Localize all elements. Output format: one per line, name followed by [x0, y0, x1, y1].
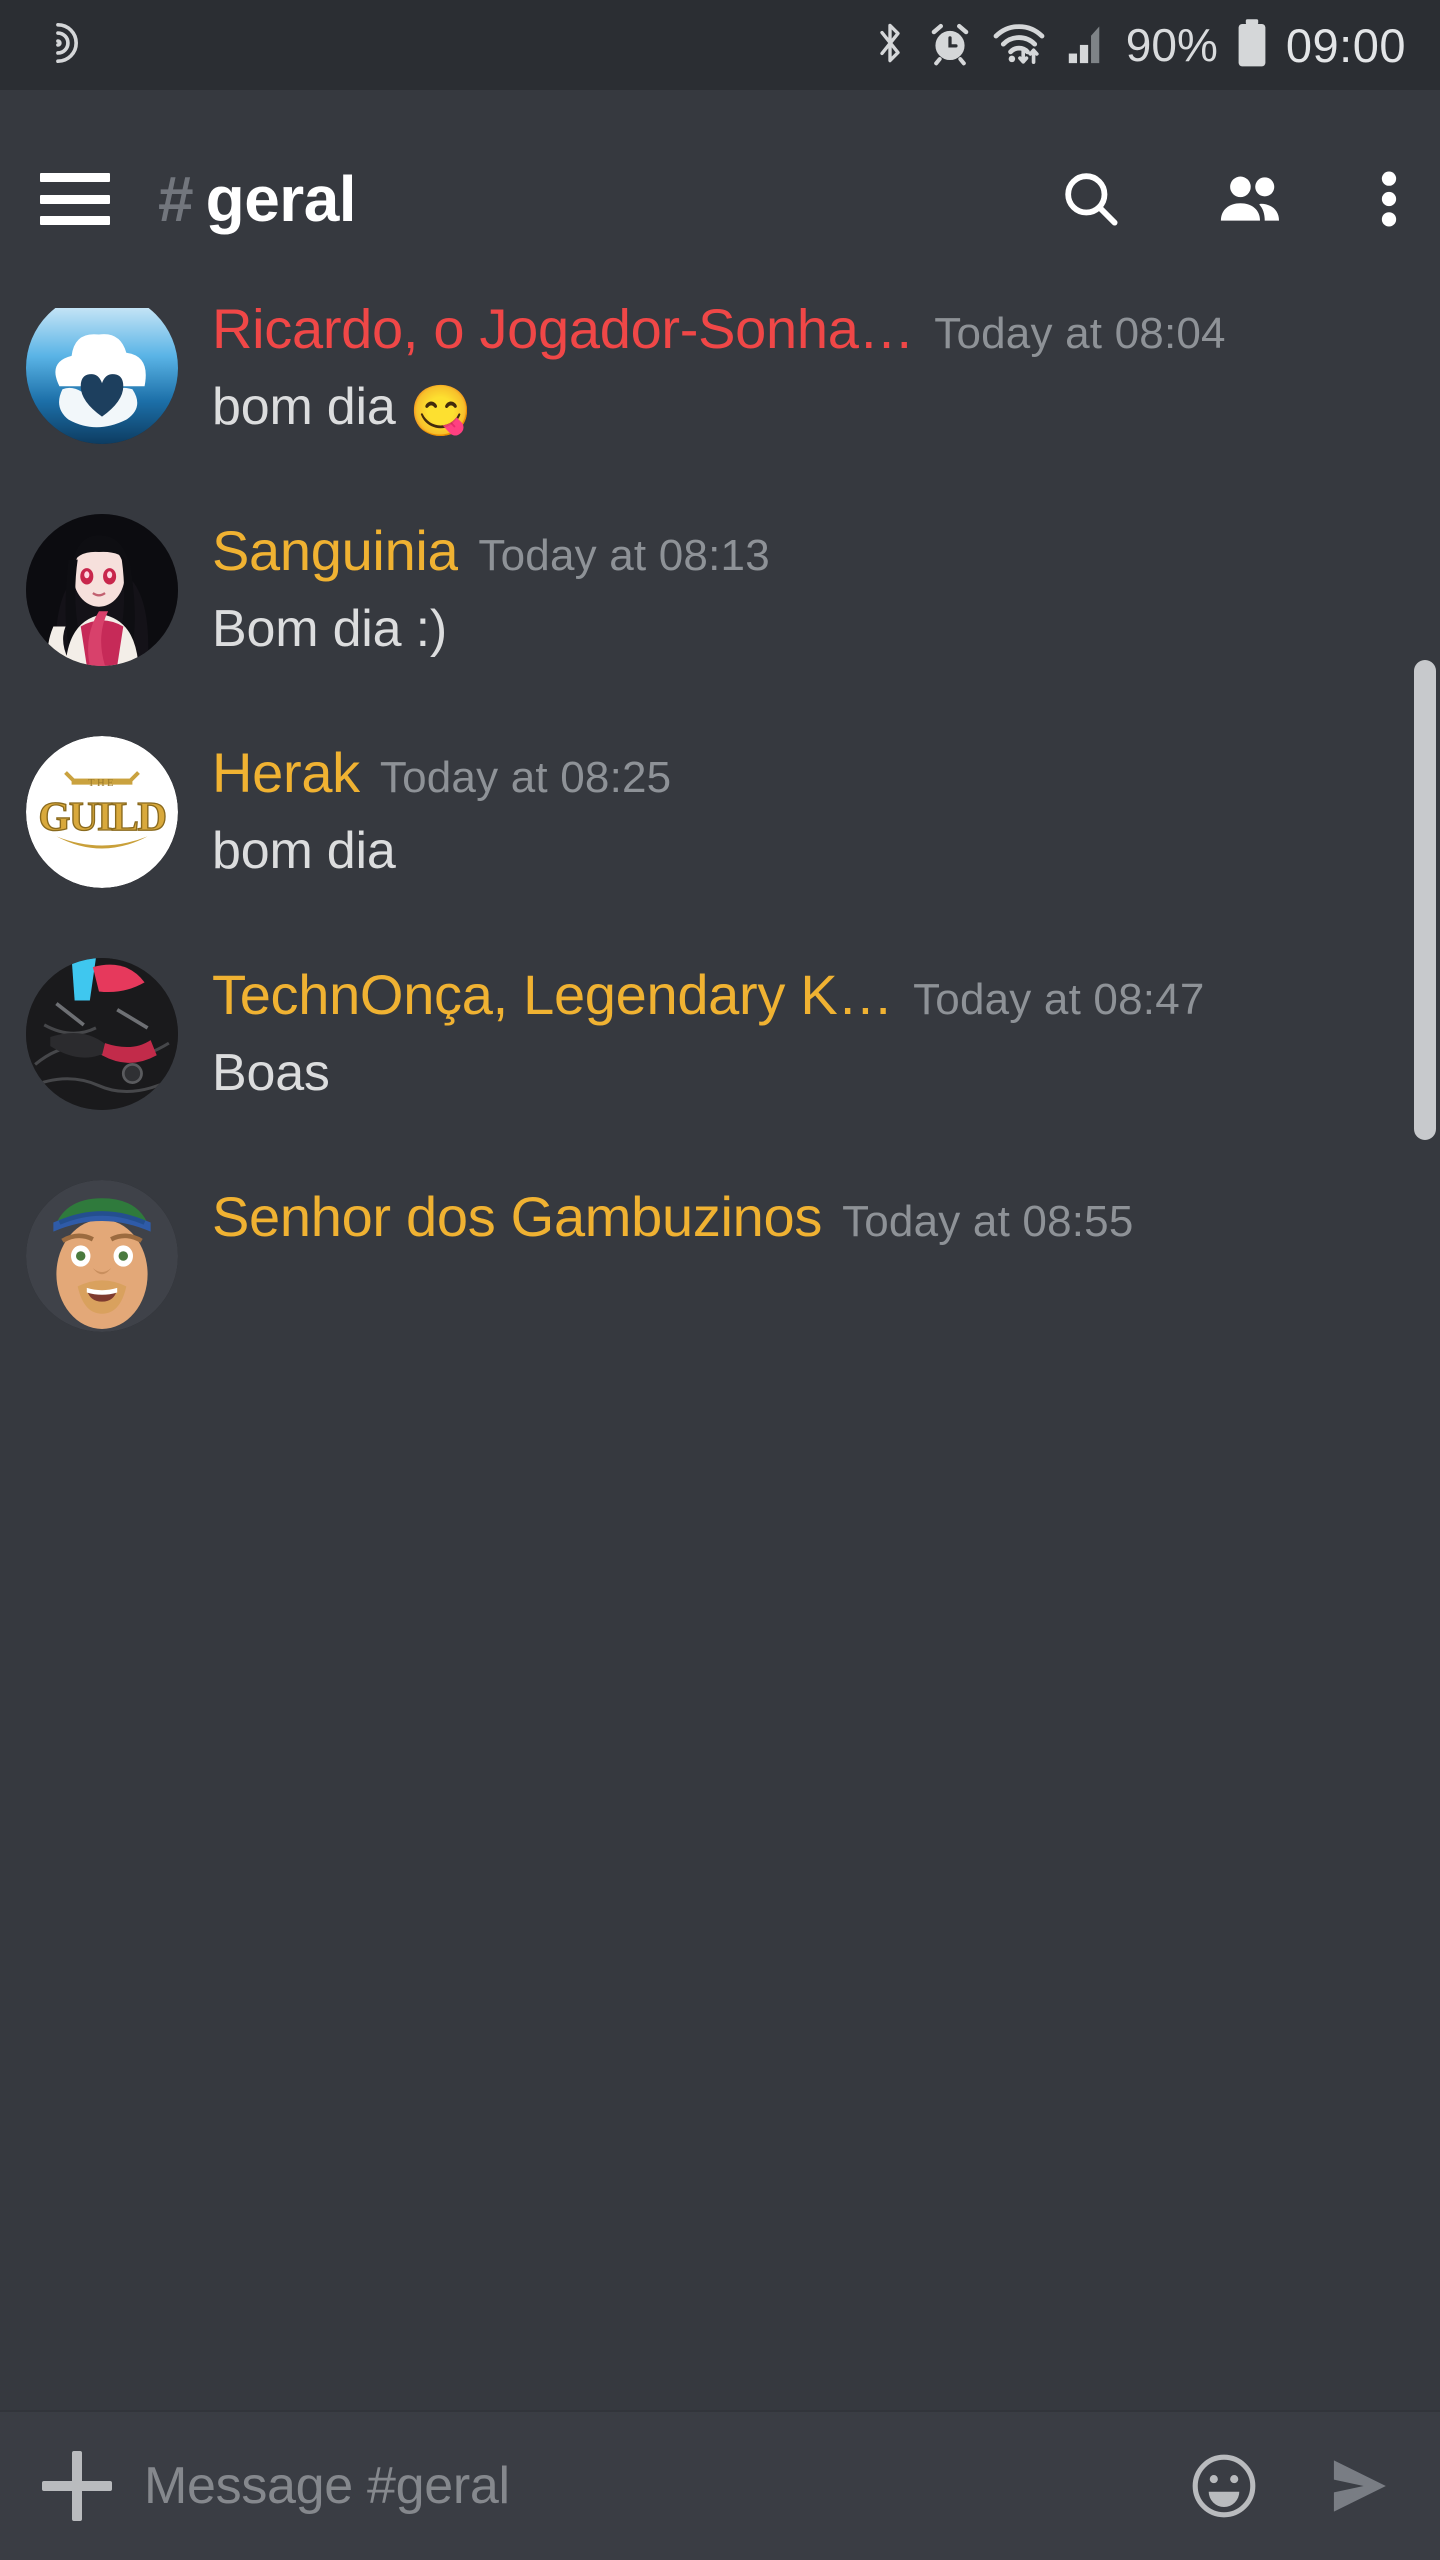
cast-icon [34, 20, 80, 71]
message-row[interactable]: Ricardo, o Jogador-Sonha… Today at 08:04 b… [0, 308, 1440, 500]
avatar[interactable] [26, 308, 178, 444]
message-timestamp: Today at 08:25 [379, 753, 672, 802]
avatar[interactable] [26, 958, 178, 1110]
battery-icon [1235, 18, 1269, 73]
message-row[interactable]: Sanguinia Today at 08:13 Bom dia :) [0, 500, 1440, 722]
status-bar-left [34, 20, 80, 71]
discord-mobile-screen: 90% 09:00 # geral Ricardo, o Jogador-Son… [0, 0, 1440, 2560]
message-row[interactable]: Senhor dos Gambuzinos Today at 08:55 [0, 1166, 1440, 1388]
message-body: Ricardo, o Jogador-Sonha… Today at 08:04 b… [212, 308, 1400, 440]
message-header: TechnOnça, Legendary K… Today at 08:47 [212, 964, 1400, 1027]
plus-icon[interactable] [42, 2451, 112, 2521]
battery-percent-label: 90% [1125, 19, 1218, 71]
message-body: Herak Today at 08:25 bom dia [212, 736, 1400, 884]
clock-label: 09:00 [1285, 18, 1406, 72]
overflow-menu-icon[interactable] [1378, 166, 1400, 232]
message-text: Bom dia :) [212, 599, 447, 658]
svg-text:THE: THE [88, 778, 116, 789]
message-username[interactable]: TechnOnça, Legendary K… [212, 964, 893, 1027]
members-icon[interactable] [1214, 166, 1288, 232]
message-text: bom dia 😋 [212, 377, 472, 439]
message-input[interactable] [144, 2456, 1168, 2516]
search-icon[interactable] [1058, 166, 1124, 232]
message-timestamp: Today at 08:55 [842, 1197, 1134, 1246]
page-title: geral [205, 163, 357, 235]
message-text: bom dia [212, 821, 396, 880]
message-emoji: 😋 [409, 382, 472, 439]
input-bar-actions [1188, 2450, 1398, 2522]
message-username[interactable]: Senhor dos Gambuzinos [212, 1186, 822, 1249]
avatar[interactable]: THE GUILD [26, 736, 178, 888]
message-text: Boas [212, 1043, 330, 1102]
alarm-icon [927, 20, 973, 71]
status-bar: 90% 09:00 [0, 0, 1440, 90]
send-arrow-icon[interactable] [1320, 2451, 1398, 2521]
message-header: Ricardo, o Jogador-Sonha… Today at 08:04 [212, 308, 1400, 361]
scrollbar-thumb[interactable] [1414, 660, 1436, 1140]
message-row[interactable]: TechnOnça, Legendary K… Today at 08:47 Boa… [0, 944, 1440, 1166]
hamburger-icon[interactable] [40, 173, 110, 225]
svg-text:GUILD: GUILD [39, 793, 166, 839]
message-timestamp: Today at 08:47 [913, 975, 1205, 1024]
message-body: Sanguinia Today at 08:13 Bom dia :) [212, 514, 1400, 662]
message-list[interactable]: Oct 3, 2019 Cristiano - MisticspellToday… [0, 308, 1440, 1410]
message-input-bar [0, 2410, 1440, 2560]
message-body: Senhor dos Gambuzinos Today at 08:55 [212, 1180, 1400, 1249]
message-scroll-container: Oct 3, 2019 Cristiano - MisticspellToday… [0, 308, 1440, 1388]
message-row[interactable]: THE GUILD Herak Today at 08:25 bom dia [0, 722, 1440, 944]
emoji-face-icon[interactable] [1188, 2450, 1260, 2522]
message-username[interactable]: Herak [212, 742, 360, 805]
wifi-icon [990, 20, 1048, 71]
bluetooth-icon [870, 19, 910, 72]
message-header: Senhor dos Gambuzinos Today at 08:55 [212, 1186, 1400, 1249]
status-bar-right: 90% 09:00 [870, 18, 1406, 73]
message-body: TechnOnça, Legendary K… Today at 08:47 Boa… [212, 958, 1400, 1106]
channel-hash-icon: # [158, 163, 194, 235]
avatar[interactable] [26, 514, 178, 666]
message-username[interactable]: Sanguinia [212, 520, 458, 583]
message-username[interactable]: Ricardo, o Jogador-Sonha… [212, 308, 914, 361]
header-actions [1058, 166, 1400, 232]
message-header: Herak Today at 08:25 [212, 742, 1400, 805]
avatar[interactable] [26, 1180, 178, 1332]
message-timestamp: Today at 08:04 [934, 309, 1226, 358]
channel-header: # geral [0, 90, 1440, 308]
message-timestamp: Today at 08:13 [478, 531, 770, 580]
signal-icon [1065, 20, 1109, 71]
message-header: Sanguinia Today at 08:13 [212, 520, 1400, 583]
